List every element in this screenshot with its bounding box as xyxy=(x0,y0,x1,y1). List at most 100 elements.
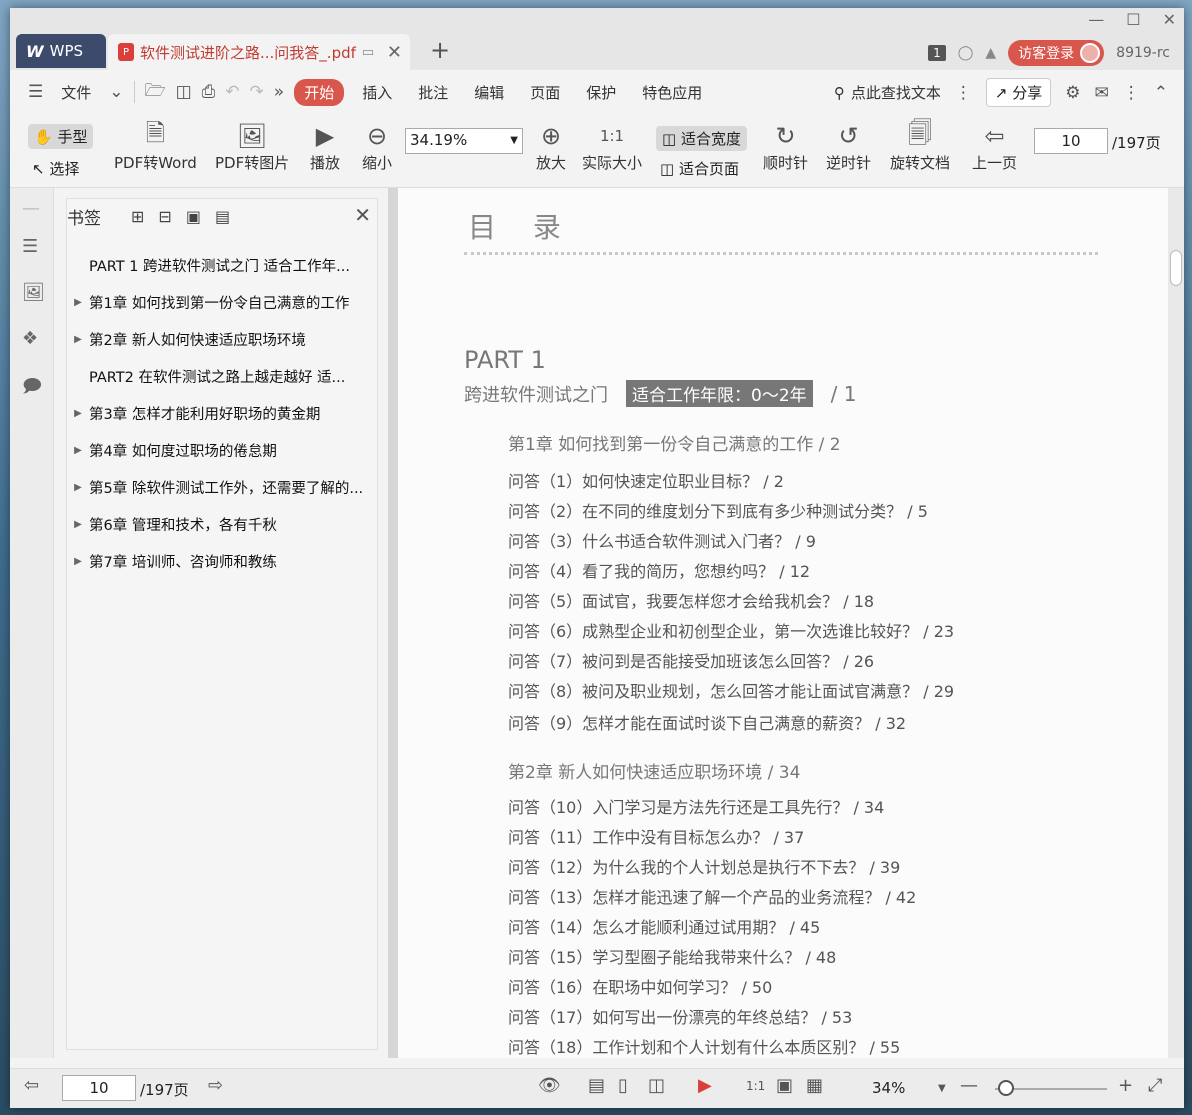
comment-icon[interactable]: ✉ xyxy=(1095,83,1109,103)
panel-splitter[interactable] xyxy=(388,188,398,1058)
tab-insert[interactable]: 插入 xyxy=(354,80,400,105)
close-tab-icon[interactable]: ✕ xyxy=(387,42,402,63)
open-folder-icon[interactable]: 🗁 xyxy=(145,78,166,107)
status-page-input[interactable]: 10 xyxy=(62,1075,136,1101)
annotation-icon[interactable]: 🗩 xyxy=(22,374,42,404)
fullscreen-icon[interactable]: ⤢ xyxy=(1148,1075,1162,1096)
document-viewport[interactable]: 目 录 PART 1 跨进软件测试之门 适合工作年限：0～2年 / 1 第1章 … xyxy=(398,188,1168,1058)
outline-list-icon[interactable]: ☰ xyxy=(22,236,38,257)
zoom-in-button[interactable]: ⊕ 放大 xyxy=(536,120,566,173)
scrollbar-thumb[interactable] xyxy=(1170,250,1182,286)
prev-page-arrow-icon[interactable]: ⇦ xyxy=(24,1075,39,1096)
status-zoom-value[interactable]: 34% xyxy=(872,1079,905,1097)
rotate-clockwise-button[interactable]: ↻ 顺时针 xyxy=(763,120,808,173)
tab-page[interactable]: 页面 xyxy=(522,80,568,105)
bookmark-item[interactable]: PART2 在软件测试之路上越走越好 适... xyxy=(67,358,377,395)
pdf-to-word-button[interactable]: 🗎 PDF转Word xyxy=(114,119,197,173)
continuous-view-icon[interactable]: ▤ xyxy=(588,1075,605,1096)
tab-start[interactable]: 开始 xyxy=(294,78,345,106)
tab-protect[interactable]: 保护 xyxy=(578,80,624,105)
tab-edit[interactable]: 编辑 xyxy=(466,80,512,105)
redo-icon[interactable]: ↷ xyxy=(250,82,264,102)
bookmark-item[interactable]: ▶ 第4章 如何度过职场的倦怠期 xyxy=(67,432,377,469)
bookmark-tag-icon[interactable]: ❖ xyxy=(22,328,38,349)
guest-login-button[interactable]: 访客登录 xyxy=(1008,40,1105,66)
chevron-down-icon[interactable]: ⌄ xyxy=(109,82,123,102)
save-icon[interactable]: ◫ xyxy=(176,82,192,102)
play-button[interactable]: ▶ 播放 xyxy=(310,120,340,173)
print-icon[interactable]: ⎙ xyxy=(202,82,216,102)
fit-page-button[interactable]: ◫ 适合页面 xyxy=(660,158,739,179)
zoom-slider-knob[interactable] xyxy=(998,1080,1014,1096)
zoom-in-plus-icon[interactable]: + xyxy=(1118,1075,1133,1096)
tab-special-apps[interactable]: 特色应用 xyxy=(634,80,710,105)
select-tool-button[interactable]: ↖ 选择 xyxy=(32,158,79,179)
minimize-icon[interactable]: — xyxy=(1088,10,1104,29)
more-options-icon[interactable]: ⋮ xyxy=(1123,83,1140,103)
zoom-out-button[interactable]: ⊖ 缩小 xyxy=(362,120,392,173)
fit-width-status-icon[interactable]: ▦ xyxy=(806,1075,823,1096)
maximize-icon[interactable]: ☐ xyxy=(1126,10,1140,29)
expand-all-icon[interactable]: ⊞ xyxy=(131,207,144,226)
vertical-dots-icon[interactable]: ⋮ xyxy=(955,83,972,103)
expand-arrow-icon[interactable]: ▶ xyxy=(67,408,89,419)
bookmark-item[interactable]: ▶ 第7章 培训师、咨询师和教练 xyxy=(67,543,377,580)
wps-home-tab[interactable]: W WPS xyxy=(16,34,106,68)
skin-icon[interactable]: ◯ xyxy=(958,45,974,61)
close-window-icon[interactable]: ✕ xyxy=(1163,10,1176,29)
previous-page-button[interactable]: ⇦ 上一页 xyxy=(972,120,1017,173)
play-slideshow-icon[interactable]: ▶ xyxy=(698,1075,712,1096)
document-tab[interactable]: P 软件测试进阶之路...问我答_.pdf ▭ ✕ xyxy=(108,34,410,70)
file-menu[interactable]: 文件 xyxy=(53,80,99,105)
more-chevrons-icon[interactable]: » xyxy=(274,82,284,102)
bookmark-item[interactable]: ▶ 第3章 怎样才能利用好职场的黄金期 xyxy=(67,395,377,432)
eye-protection-icon[interactable]: 👁 xyxy=(538,1075,561,1096)
expand-arrow-icon[interactable]: ▶ xyxy=(67,334,89,345)
monitor-icon[interactable]: ▭ xyxy=(362,45,374,60)
single-page-view-icon[interactable]: ▯ xyxy=(618,1075,628,1096)
thumbnail-image-icon[interactable]: 🖼 xyxy=(22,282,45,303)
new-tab-plus-icon[interactable]: + xyxy=(430,36,450,64)
expand-arrow-icon[interactable]: ▶ xyxy=(67,519,89,530)
pdf-to-image-button[interactable]: 🖼 PDF转图片 xyxy=(215,120,289,173)
find-text-button[interactable]: ⚲ 点此查找文本 xyxy=(834,82,941,103)
window-count-badge[interactable]: 1 xyxy=(928,45,946,61)
bookmark-item[interactable]: ▶ 第2章 新人如何快速适应职场环境 xyxy=(67,321,377,358)
share-button[interactable]: ↗ 分享 xyxy=(985,78,1052,107)
bookmark-item[interactable]: ▶ 第6章 管理和技术，各有千秋 xyxy=(67,506,377,543)
part-title-line: 跨进软件测试之门 适合工作年限：0～2年 / 1 xyxy=(464,380,856,407)
fit-page-status-icon[interactable]: ▣ xyxy=(776,1075,793,1096)
expand-arrow-icon[interactable]: ▶ xyxy=(67,297,89,308)
rotate-document-button[interactable]: 🗐 旋转文档 xyxy=(890,119,950,173)
undo-icon[interactable]: ↶ xyxy=(225,82,239,102)
hamburger-menu-icon[interactable]: ☰ xyxy=(28,82,43,102)
drag-handle-icon[interactable]: — xyxy=(22,198,40,219)
fit-width-button[interactable]: ◫ 适合宽度 xyxy=(656,126,747,151)
shirt-icon[interactable]: ▲ xyxy=(985,45,996,61)
expand-arrow-icon[interactable]: ▶ xyxy=(67,445,89,456)
bookmark-item[interactable]: PART 1 跨进软件测试之门 适合工作年... xyxy=(67,247,377,284)
double-page-view-icon[interactable]: ◫ xyxy=(648,1075,665,1096)
bookmark-item[interactable]: ▶ 第5章 除软件测试工作外，还需要了解的... xyxy=(67,469,377,506)
rotate-counterclockwise-button[interactable]: ↺ 逆时针 xyxy=(826,120,871,173)
expand-arrow-icon[interactable]: ▶ xyxy=(67,556,89,567)
zoom-out-minus-icon[interactable]: — xyxy=(960,1075,978,1096)
close-panel-icon[interactable]: ✕ xyxy=(354,203,371,227)
vertical-scrollbar[interactable] xyxy=(1168,188,1184,1058)
add-bookmark-icon[interactable]: ▣ xyxy=(186,207,201,226)
gear-icon[interactable]: ⚙ xyxy=(1065,83,1080,103)
collapse-ribbon-icon[interactable]: ⌃ xyxy=(1154,83,1168,103)
next-page-arrow-icon[interactable]: ⇨ xyxy=(208,1075,223,1096)
title-bar: — ☐ ✕ W WPS P 软件测试进阶之路...问我答_.pdf ▭ ✕ + … xyxy=(10,8,1184,70)
expand-arrow-icon[interactable]: ▶ xyxy=(67,482,89,493)
bookmark-item[interactable]: ▶ 第1章 如何找到第一份令自己满意的工作 xyxy=(67,284,377,321)
zoom-dropdown-arrow-icon[interactable]: ▼ xyxy=(938,1083,946,1094)
bookmark-options-icon[interactable]: ▤ xyxy=(215,207,230,226)
collapse-all-icon[interactable]: ⊟ xyxy=(158,207,171,226)
page-number-input[interactable]: 10 xyxy=(1034,128,1108,154)
hand-tool-button[interactable]: ✋ 手型 xyxy=(28,124,94,149)
actual-size-button[interactable]: 1:1 实际大小 xyxy=(582,120,642,173)
zoom-select[interactable]: 34.19% ▼ xyxy=(405,128,523,154)
tab-annotate[interactable]: 批注 xyxy=(410,80,456,105)
actual-size-status-icon[interactable]: 1:1 xyxy=(746,1079,765,1093)
